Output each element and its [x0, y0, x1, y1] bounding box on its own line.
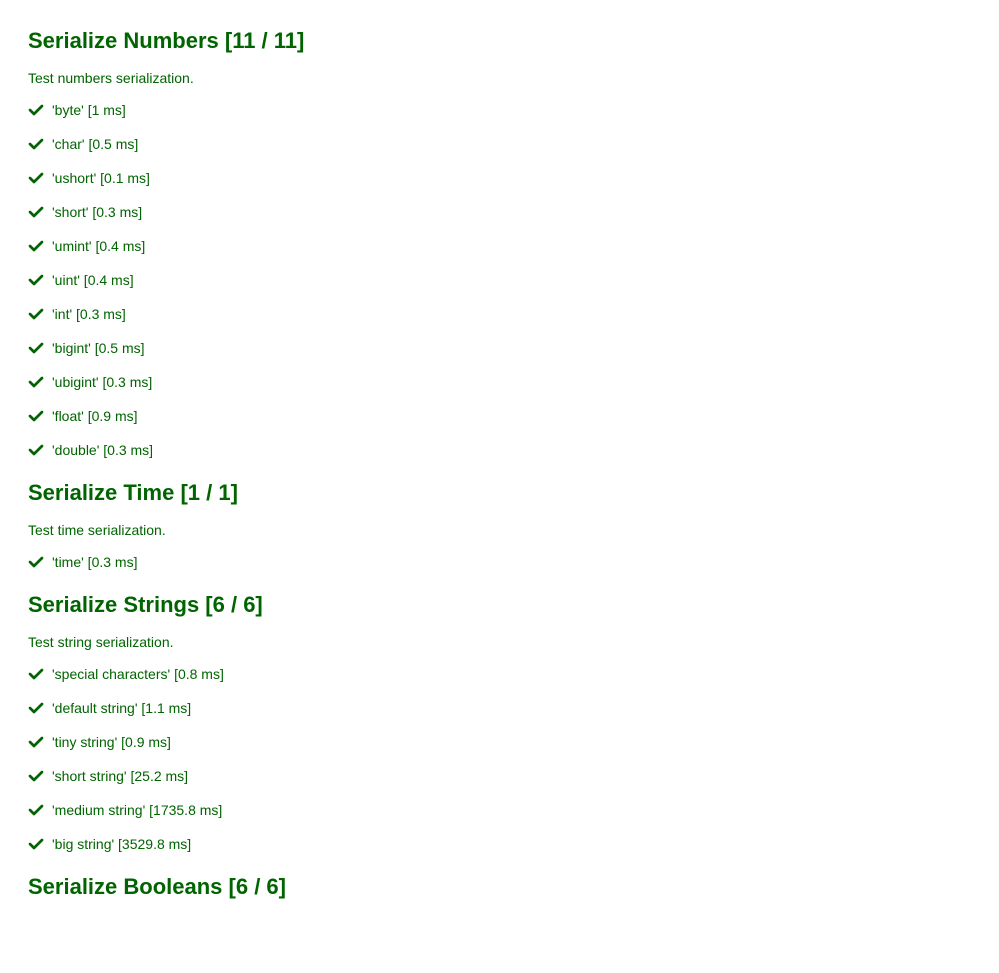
suite-title: Serialize Time [1 / 1] — [28, 480, 971, 506]
check-icon — [28, 442, 44, 458]
check-icon — [28, 306, 44, 322]
check-icon — [28, 700, 44, 716]
test-list: 'byte' [1 ms] 'char' [0.5 ms] 'ushort' [0.… — [28, 102, 971, 458]
check-icon — [28, 768, 44, 784]
check-icon — [28, 272, 44, 288]
test-label: 'medium string' [1735.8 ms] — [52, 802, 222, 818]
test-item: 'byte' [1 ms] — [28, 102, 971, 118]
check-icon — [28, 554, 44, 570]
check-icon — [28, 666, 44, 682]
test-label: 'default string' [1.1 ms] — [52, 700, 191, 716]
suite-title: Serialize Numbers [11 / 11] — [28, 28, 971, 54]
test-list: 'time' [0.3 ms] — [28, 554, 971, 570]
test-label: 'short' [0.3 ms] — [52, 204, 142, 220]
test-label: 'tiny string' [0.9 ms] — [52, 734, 171, 750]
test-label: 'int' [0.3 ms] — [52, 306, 126, 322]
test-item: 'short string' [25.2 ms] — [28, 768, 971, 784]
check-icon — [28, 374, 44, 390]
test-label: 'ushort' [0.1 ms] — [52, 170, 150, 186]
test-label: 'uint' [0.4 ms] — [52, 272, 134, 288]
test-item: 'short' [0.3 ms] — [28, 204, 971, 220]
test-label: 'bigint' [0.5 ms] — [52, 340, 145, 356]
suite-description: Test numbers serialization. — [28, 70, 971, 86]
suite-description: Test string serialization. — [28, 634, 971, 650]
test-item: 'medium string' [1735.8 ms] — [28, 802, 971, 818]
check-icon — [28, 734, 44, 750]
test-label: 'float' [0.9 ms] — [52, 408, 138, 424]
test-label: 'byte' [1 ms] — [52, 102, 126, 118]
test-label: 'time' [0.3 ms] — [52, 554, 137, 570]
check-icon — [28, 802, 44, 818]
test-item: 'uint' [0.4 ms] — [28, 272, 971, 288]
test-item: 'ubigint' [0.3 ms] — [28, 374, 971, 390]
test-list: 'special characters' [0.8 ms] 'default st… — [28, 666, 971, 852]
test-label: 'short string' [25.2 ms] — [52, 768, 188, 784]
test-label: 'char' [0.5 ms] — [52, 136, 138, 152]
test-item: 'big string' [3529.8 ms] — [28, 836, 971, 852]
test-item: 'default string' [1.1 ms] — [28, 700, 971, 716]
test-item: 'bigint' [0.5 ms] — [28, 340, 971, 356]
test-item: 'double' [0.3 ms] — [28, 442, 971, 458]
check-icon — [28, 340, 44, 356]
test-label: 'big string' [3529.8 ms] — [52, 836, 191, 852]
suite-title: Serialize Strings [6 / 6] — [28, 592, 971, 618]
test-label: 'double' [0.3 ms] — [52, 442, 153, 458]
test-item: 'time' [0.3 ms] — [28, 554, 971, 570]
test-label: 'ubigint' [0.3 ms] — [52, 374, 152, 390]
check-icon — [28, 102, 44, 118]
test-item: 'umint' [0.4 ms] — [28, 238, 971, 254]
check-icon — [28, 170, 44, 186]
test-label: 'special characters' [0.8 ms] — [52, 666, 224, 682]
test-label: 'umint' [0.4 ms] — [52, 238, 145, 254]
check-icon — [28, 408, 44, 424]
check-icon — [28, 204, 44, 220]
check-icon — [28, 238, 44, 254]
test-item: 'char' [0.5 ms] — [28, 136, 971, 152]
check-icon — [28, 836, 44, 852]
test-report: Serialize Numbers [11 / 11] Test numbers … — [28, 28, 971, 900]
test-item: 'int' [0.3 ms] — [28, 306, 971, 322]
test-item: 'tiny string' [0.9 ms] — [28, 734, 971, 750]
test-item: 'ushort' [0.1 ms] — [28, 170, 971, 186]
test-item: 'float' [0.9 ms] — [28, 408, 971, 424]
test-item: 'special characters' [0.8 ms] — [28, 666, 971, 682]
suite-title: Serialize Booleans [6 / 6] — [28, 874, 971, 900]
suite-description: Test time serialization. — [28, 522, 971, 538]
check-icon — [28, 136, 44, 152]
